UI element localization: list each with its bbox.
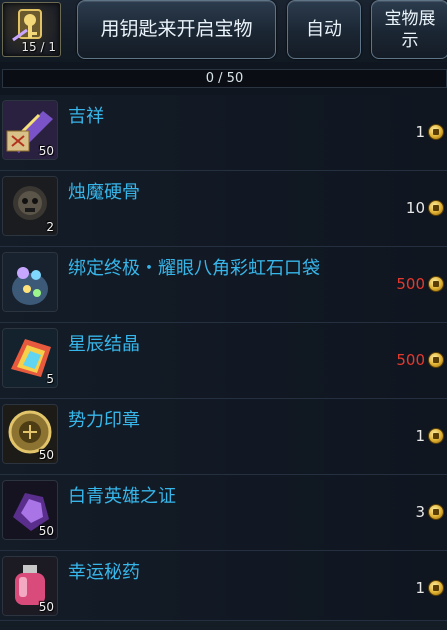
- progress-text: 0 / 50: [205, 71, 244, 86]
- reward-row[interactable]: 2 烛魔硬骨 10: [0, 171, 447, 247]
- item-cost: 1: [415, 427, 444, 445]
- open-with-key-button[interactable]: 用钥匙来开启宝物: [77, 0, 276, 59]
- coin-icon: [428, 580, 444, 596]
- reward-row[interactable]: 绑定终极・耀眼八角彩虹石口袋 500: [0, 247, 447, 323]
- cost-value: 3: [415, 503, 425, 521]
- rainbow-crystal-icon[interactable]: 5: [2, 328, 58, 388]
- ribbon-scroll-icon[interactable]: 50: [2, 100, 58, 160]
- item-name: 星辰结晶: [68, 334, 140, 355]
- cost-value: 1: [415, 427, 425, 445]
- showcase-label-line2: 示: [401, 30, 419, 51]
- auto-button[interactable]: 自动: [287, 0, 361, 59]
- reward-list: 50 吉祥 1 2 烛魔硬骨 10 绑定终极・耀眼八角彩虹石口袋 500 5 星辰结晶 500 50 势…: [0, 95, 447, 627]
- cost-value: 500: [396, 351, 425, 369]
- coin-icon: [428, 352, 444, 368]
- key-slot[interactable]: 15 / 1: [2, 2, 61, 57]
- cost-value: 500: [396, 275, 425, 293]
- auto-label: 自动: [306, 19, 342, 40]
- item-count: 2: [46, 220, 54, 234]
- reward-row[interactable]: 50 幸运秘药 1: [0, 551, 447, 627]
- reward-row[interactable]: 5 星辰结晶 500: [0, 323, 447, 399]
- coin-icon: [428, 124, 444, 140]
- item-cost: 10: [406, 199, 444, 217]
- showcase-label-line1: 宝物展: [384, 8, 436, 29]
- item-cost: 500: [396, 351, 444, 369]
- item-cost: 500: [396, 275, 444, 293]
- top-bar: 15 / 1 用钥匙来开启宝物 自动 宝物展 示: [0, 0, 447, 62]
- reward-row[interactable]: 50 吉祥 1: [0, 95, 447, 171]
- item-cost: 3: [415, 503, 444, 521]
- purple-shard-icon[interactable]: 50: [2, 480, 58, 540]
- item-name: 白青英雄之证: [68, 486, 176, 507]
- item-count: 50: [38, 144, 54, 158]
- cost-value: 1: [415, 123, 425, 141]
- cost-value: 10: [405, 199, 425, 217]
- item-cost: 1: [415, 579, 444, 597]
- gem-pouch-icon[interactable]: [2, 252, 58, 312]
- item-count: 5: [46, 372, 54, 386]
- progress-bar: 0 / 50: [2, 69, 447, 88]
- item-count: 50: [38, 448, 54, 462]
- coin-icon: [428, 428, 444, 444]
- item-count: 50: [38, 524, 54, 538]
- reward-row[interactable]: 50 势力印章 1: [0, 399, 447, 475]
- item-name: 势力印章: [68, 410, 140, 431]
- skull-bone-icon[interactable]: 2: [2, 176, 58, 236]
- open-with-key-label: 用钥匙来开启宝物: [100, 18, 253, 40]
- key-count: 15 / 1: [21, 40, 56, 54]
- reward-row[interactable]: 50 白青英雄之证 3: [0, 475, 447, 551]
- item-name: 绑定终极・耀眼八角彩虹石口袋: [68, 258, 320, 279]
- cost-value: 1: [415, 579, 425, 597]
- seal-badge-icon[interactable]: 50: [2, 404, 58, 464]
- item-cost: 1: [415, 123, 444, 141]
- item-count: 50: [38, 600, 54, 614]
- item-name: 吉祥: [68, 106, 104, 127]
- coin-icon: [428, 504, 444, 520]
- coin-icon: [428, 276, 444, 292]
- treasure-showcase-button[interactable]: 宝物展 示: [371, 0, 447, 59]
- item-name: 烛魔硬骨: [68, 182, 140, 203]
- item-name: 幸运秘药: [68, 562, 140, 583]
- coin-icon: [428, 200, 444, 216]
- potion-jar-icon[interactable]: 50: [2, 556, 58, 616]
